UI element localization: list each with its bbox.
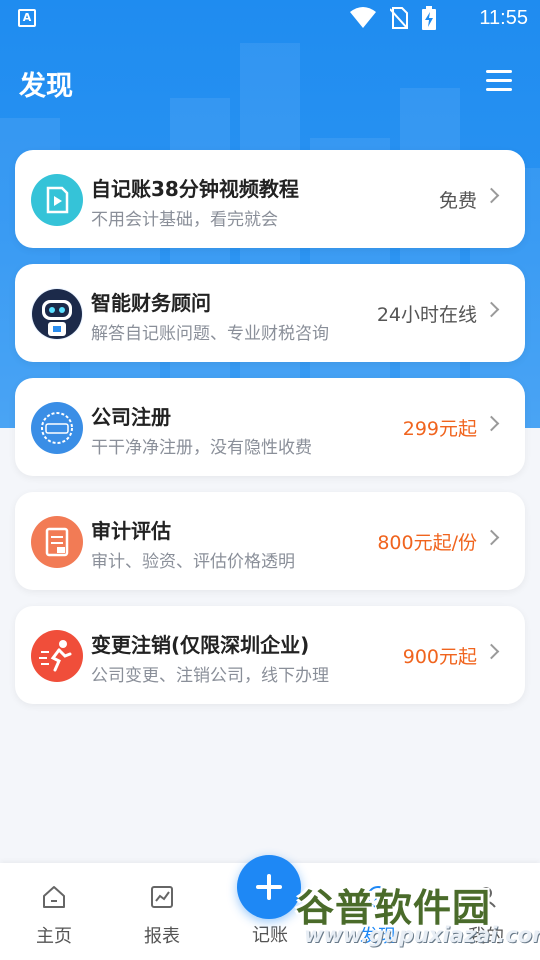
card-subtitle: 干干净净注册，没有隐性收费 (91, 438, 312, 458)
no-sim-icon (390, 7, 408, 29)
card-change-cancellation[interactable]: 变更注销(仅限深圳企业) 公司变更、注销公司，线下办理 900元起 (15, 606, 525, 704)
card-audit-evaluation[interactable]: 审计评估 审计、验资、评估价格透明 800元起/份 (15, 492, 525, 590)
card-subtitle: 解答自记账问题、专业财税咨询 (91, 324, 329, 344)
watermark-url: www.gupuxiazai.com (304, 923, 540, 947)
card-price: 800元起/份 (377, 532, 477, 554)
card-title: 自记账38分钟视频教程 (91, 177, 299, 201)
card-company-registration[interactable]: 公司注册 干干净净注册，没有隐性收费 299元起 (15, 378, 525, 476)
card-video-tutorial[interactable]: 自记账38分钟视频教程 不用会计基础，看完就会 免费 (15, 150, 525, 248)
running-person-icon (31, 630, 83, 682)
card-price: 299元起 (402, 418, 477, 440)
tab-label: 主页 (36, 926, 72, 947)
chevron-right-icon (483, 643, 500, 660)
card-smart-advisor[interactable]: 智能财务顾问 解答自记账问题、专业财税咨询 24小时在线 (15, 264, 525, 362)
card-subtitle: 不用会计基础，看完就会 (91, 210, 278, 230)
video-tutorial-icon (31, 174, 83, 226)
wifi-icon (350, 7, 376, 28)
card-title: 智能财务顾问 (91, 291, 211, 315)
card-subtitle: 公司变更、注销公司，线下办理 (91, 666, 329, 686)
menu-icon[interactable] (486, 70, 512, 92)
card-status: 24小时在线 (376, 304, 477, 326)
card-title: 公司注册 (91, 405, 171, 429)
register-seal-icon (31, 402, 83, 454)
chevron-right-icon (483, 415, 500, 432)
page-title: 发现 (19, 71, 73, 102)
add-record-button[interactable] (237, 855, 301, 919)
status-time: 11:55 (479, 7, 528, 29)
home-icon (43, 886, 65, 908)
battery-charging-icon (422, 6, 436, 30)
status-bar: A 11:55 (0, 0, 540, 38)
tab-label: 报表 (144, 926, 180, 947)
audit-document-icon (31, 516, 83, 568)
chevron-right-icon (483, 529, 500, 546)
top-nav: 发现 (0, 56, 540, 112)
card-subtitle: 审计、验资、评估价格透明 (91, 552, 295, 572)
card-price: 900元起 (402, 646, 477, 668)
watermark: 谷普软件园 www.gupuxiazai.com (296, 877, 540, 955)
report-chart-icon (151, 886, 173, 908)
tab-reports[interactable]: 报表 (122, 883, 202, 948)
app-notification-icon: A (18, 9, 36, 27)
tab-home[interactable]: 主页 (14, 883, 94, 948)
robot-advisor-icon (31, 288, 83, 340)
chevron-right-icon (483, 301, 500, 318)
card-title: 变更注销(仅限深圳企业) (91, 633, 310, 657)
card-title: 审计评估 (91, 519, 171, 543)
chevron-right-icon (483, 187, 500, 204)
card-price: 免费 (438, 190, 477, 212)
